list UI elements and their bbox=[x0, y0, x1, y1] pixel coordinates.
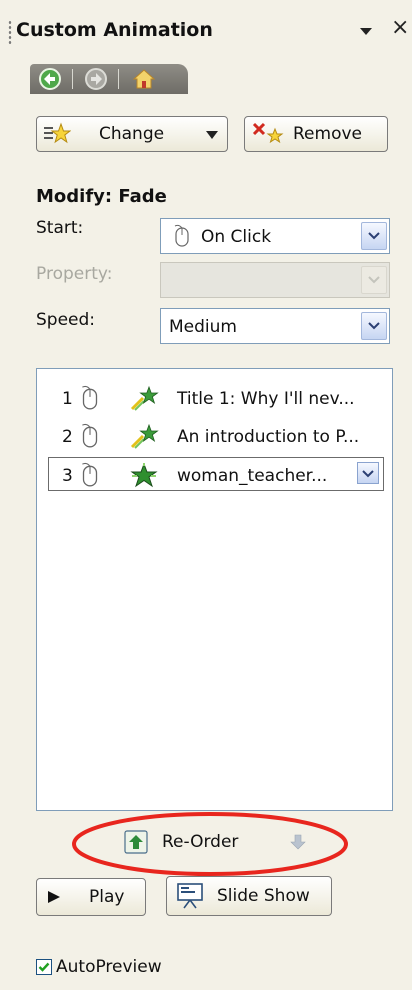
speed-dropdown-arrow[interactable] bbox=[361, 312, 387, 340]
chevron-down-icon bbox=[206, 131, 218, 139]
home-icon[interactable] bbox=[132, 67, 156, 91]
back-arrow-icon[interactable] bbox=[38, 67, 62, 91]
remove-effect-icon bbox=[252, 122, 284, 144]
play-button-label: Play bbox=[89, 887, 125, 907]
item-number: 2 bbox=[62, 427, 73, 447]
navigation-bar bbox=[30, 64, 188, 94]
mouse-icon bbox=[82, 423, 98, 448]
grip-handle[interactable] bbox=[8, 20, 12, 44]
property-dropdown bbox=[160, 262, 390, 298]
mouse-icon bbox=[82, 462, 98, 487]
item-label: An introduction to P... bbox=[177, 427, 360, 447]
start-dropdown-arrow[interactable] bbox=[361, 222, 387, 250]
chevron-down-icon bbox=[368, 276, 380, 284]
play-icon bbox=[48, 891, 60, 903]
mouse-icon bbox=[82, 385, 98, 410]
chevron-down-icon bbox=[362, 470, 374, 478]
start-label: Start: bbox=[36, 218, 84, 238]
list-item-selected[interactable]: 3 woman_teacher... bbox=[48, 457, 384, 491]
property-dropdown-arrow bbox=[361, 266, 387, 294]
start-dropdown[interactable]: On Click bbox=[160, 218, 390, 254]
animation-list[interactable]: 1 Title 1: Why I'll nev... 2 An introduc… bbox=[36, 368, 393, 811]
change-effect-icon bbox=[44, 122, 71, 144]
slide-show-button-label: Slide Show bbox=[217, 886, 310, 906]
speed-value: Medium bbox=[169, 317, 237, 337]
speed-label: Speed: bbox=[36, 310, 96, 330]
nav-separator bbox=[72, 69, 73, 89]
entrance-effect-icon bbox=[130, 424, 159, 449]
pane-titlebar: Custom Animation × bbox=[0, 0, 412, 62]
speed-dropdown[interactable]: Medium bbox=[160, 308, 390, 344]
forward-arrow-icon[interactable] bbox=[84, 67, 108, 91]
slide-show-button[interactable]: Slide Show bbox=[166, 876, 332, 916]
move-up-button[interactable] bbox=[124, 830, 148, 854]
chevron-down-icon bbox=[368, 322, 380, 330]
item-label: Title 1: Why I'll nev... bbox=[177, 389, 355, 409]
mouse-icon bbox=[174, 224, 189, 247]
list-item[interactable]: 1 Title 1: Why I'll nev... bbox=[37, 381, 392, 415]
pane-menu-dropdown-icon[interactable] bbox=[358, 24, 374, 40]
emphasis-effect-icon bbox=[130, 463, 158, 488]
pane-title: Custom Animation bbox=[16, 19, 213, 41]
item-label: woman_teacher... bbox=[177, 466, 328, 486]
checkmark-icon bbox=[38, 962, 50, 972]
play-button[interactable]: Play bbox=[36, 878, 146, 916]
nav-separator bbox=[118, 69, 119, 89]
item-number: 1 bbox=[62, 389, 73, 409]
reorder-label: Re-Order bbox=[162, 832, 239, 852]
entrance-effect-icon bbox=[130, 386, 159, 411]
list-item[interactable]: 2 An introduction to P... bbox=[37, 419, 392, 453]
modify-heading: Modify: Fade bbox=[36, 186, 167, 207]
autopreview-checkbox[interactable] bbox=[36, 959, 52, 975]
move-down-button bbox=[290, 834, 306, 850]
item-dropdown-button[interactable] bbox=[357, 462, 379, 484]
change-button[interactable]: Change bbox=[36, 116, 228, 152]
autopreview-label[interactable]: AutoPreview bbox=[56, 957, 162, 977]
start-value: On Click bbox=[201, 227, 272, 247]
slide-show-icon bbox=[177, 883, 203, 909]
remove-button[interactable]: Remove bbox=[244, 116, 388, 152]
change-button-label: Change bbox=[99, 124, 165, 144]
item-number: 3 bbox=[62, 466, 73, 486]
close-icon[interactable]: × bbox=[391, 17, 409, 39]
custom-animation-pane: Custom Animation × Change Remove Modify:… bbox=[0, 0, 412, 990]
remove-button-label: Remove bbox=[293, 124, 362, 144]
chevron-down-icon bbox=[368, 232, 380, 240]
property-label: Property: bbox=[36, 264, 113, 284]
